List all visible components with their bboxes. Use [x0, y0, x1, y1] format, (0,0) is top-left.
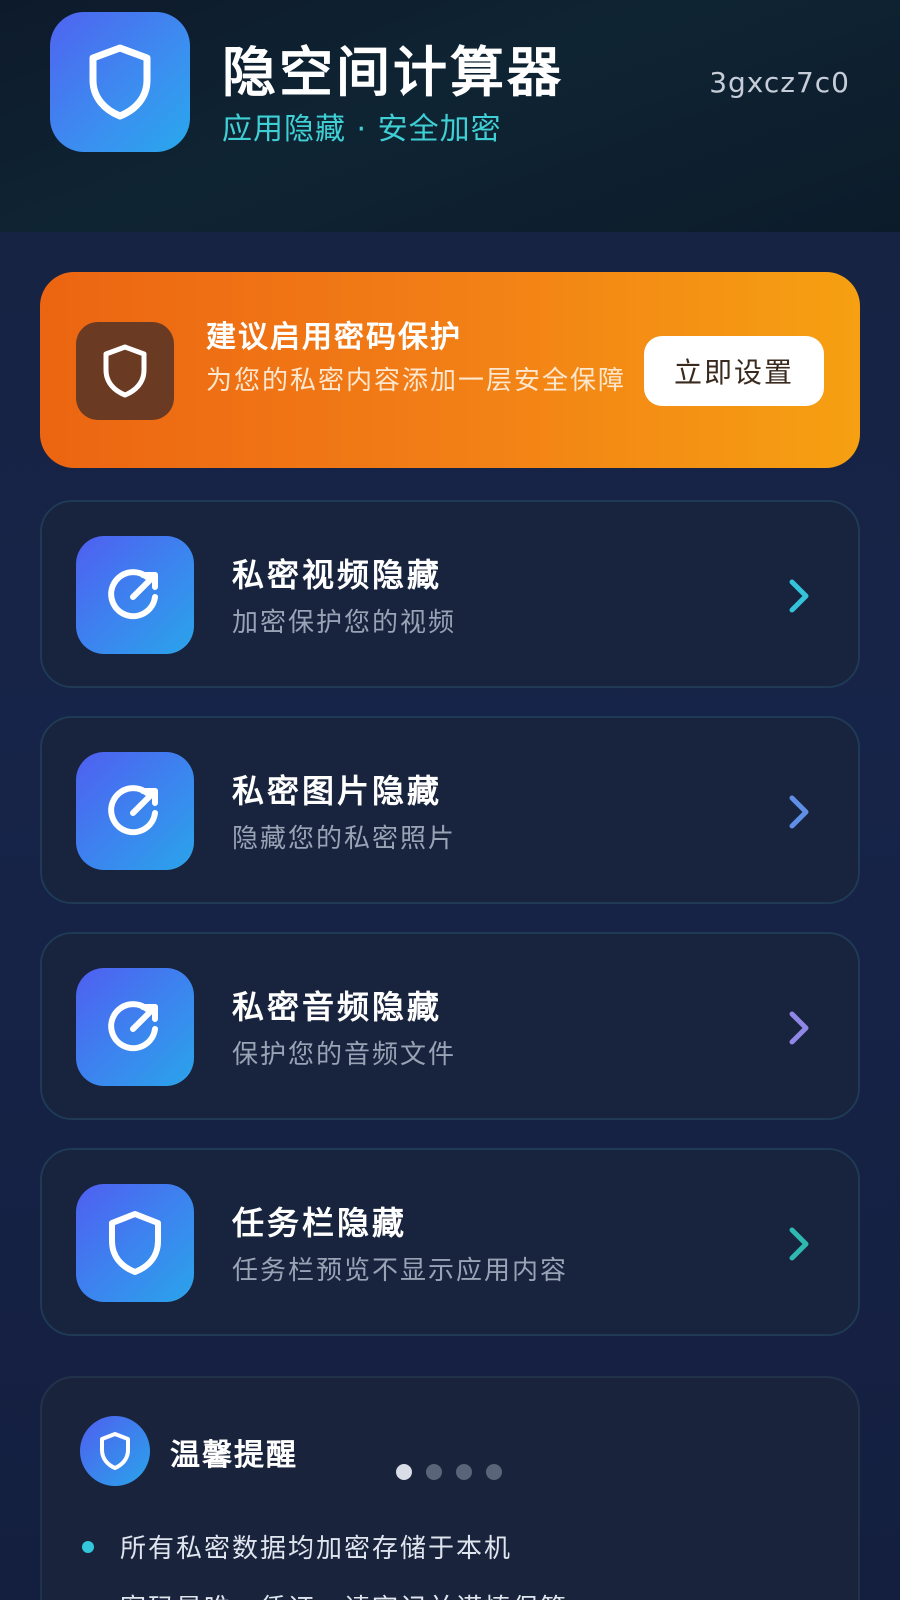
feature-card-audio-hide[interactable]: 私密音频隐藏 保护您的音频文件: [40, 932, 860, 1120]
feature-title: 任务栏隐藏: [232, 1204, 408, 1242]
feature-title: 私密图片隐藏: [232, 772, 443, 810]
arrow-circle-icon: [108, 785, 158, 836]
banner-description: 为您的私密内容添加一层安全保障: [206, 366, 627, 396]
banner-icon: [76, 322, 174, 420]
feature-card-taskbar-hide[interactable]: 任务栏隐藏 任务栏预览不显示应用内容: [40, 1148, 860, 1336]
tip-item: 所有私密数据均加密存储于本机: [82, 1528, 512, 1565]
feature-icon: [76, 968, 194, 1086]
feature-subtitle: 隐藏您的私密照片: [232, 824, 457, 854]
feature-title: 私密音频隐藏: [232, 988, 443, 1026]
feature-icon: [76, 752, 194, 870]
shield-icon: [100, 1432, 130, 1470]
feature-subtitle: 保护您的音频文件: [232, 1040, 457, 1070]
app-title: 隐空间计算器: [222, 41, 564, 104]
tip-text: 所有私密数据均加密存储于本机: [120, 1534, 513, 1564]
tips-title: 温馨提醒: [170, 1438, 298, 1473]
carousel-indicator: [396, 1464, 502, 1480]
app-logo: [50, 12, 190, 152]
feature-card-video-hide[interactable]: 私密视频隐藏 加密保护您的视频: [40, 500, 860, 688]
shield-icon: [109, 1211, 161, 1275]
tip-item: 密码是唯一凭证，请牢记并谨慎保管: [82, 1588, 568, 1600]
banner-title: 建议启用密码保护: [206, 320, 462, 355]
tips-icon: [80, 1416, 150, 1486]
device-id: 3gxcz7c0: [709, 66, 850, 99]
feature-icon: [76, 1184, 194, 1302]
feature-subtitle: 加密保护您的视频: [232, 608, 457, 638]
feature-icon: [76, 536, 194, 654]
chevron-right-icon: [789, 795, 809, 829]
setup-now-button[interactable]: 立即设置: [644, 336, 824, 406]
arrow-circle-icon: [108, 569, 158, 620]
feature-subtitle: 任务栏预览不显示应用内容: [232, 1256, 569, 1286]
carousel-dot[interactable]: [396, 1464, 412, 1480]
app-subtitle: 应用隐藏 · 安全加密: [222, 112, 502, 147]
feature-card-photo-hide[interactable]: 私密图片隐藏 隐藏您的私密照片: [40, 716, 860, 904]
app-header: 隐空间计算器 应用隐藏 · 安全加密 3gxcz7c0: [0, 0, 900, 232]
feature-title: 私密视频隐藏: [232, 556, 443, 594]
tip-text: 密码是唯一凭证，请牢记并谨慎保管: [120, 1588, 568, 1600]
carousel-dot[interactable]: [456, 1464, 472, 1480]
carousel-dot[interactable]: [426, 1464, 442, 1480]
shield-icon: [89, 44, 151, 120]
arrow-circle-icon: [108, 1001, 158, 1052]
password-protection-banner: 建议启用密码保护 为您的私密内容添加一层安全保障 立即设置: [40, 272, 860, 468]
shield-icon: [103, 344, 147, 398]
chevron-right-icon: [789, 579, 809, 613]
chevron-right-icon: [789, 1227, 809, 1261]
chevron-right-icon: [789, 1011, 809, 1045]
bullet-dot: [82, 1540, 94, 1553]
carousel-dot[interactable]: [486, 1464, 502, 1480]
tips-card: 温馨提醒 所有私密数据均加密存储于本机 密码是唯一凭证，请牢记并谨慎保管: [40, 1376, 860, 1600]
